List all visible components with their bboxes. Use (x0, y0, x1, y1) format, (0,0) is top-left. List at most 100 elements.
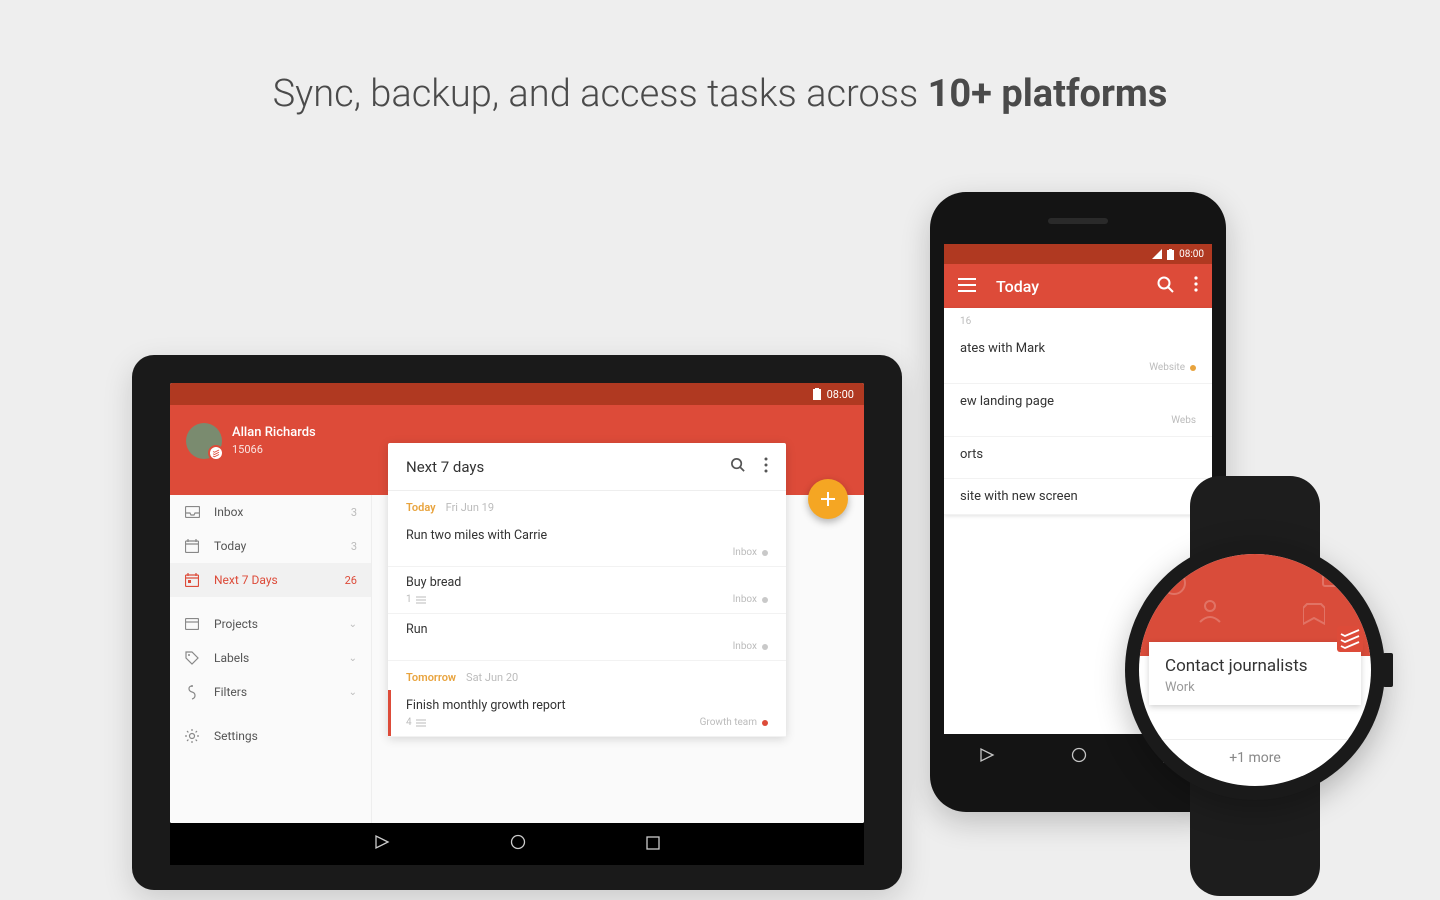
day-date: Fri Jun 19 (446, 501, 494, 514)
phone-task-card: 16 ates with Mark Website ew landing pag… (944, 308, 1212, 515)
subtask-icon (416, 596, 426, 604)
tablet-navbar (170, 823, 864, 865)
sidebar-item-projects[interactable]: Projects ⌄ (170, 607, 371, 641)
watch-project-label: Work (1165, 680, 1345, 695)
task-row[interactable]: Finish monthly growth report 4 Growth te… (388, 690, 786, 737)
phone-statusbar: 08:00 (944, 244, 1212, 264)
nav-home-icon[interactable] (510, 834, 526, 854)
sidebar-label: Projects (214, 617, 258, 631)
sidebar-item-labels[interactable]: Labels ⌄ (170, 641, 371, 675)
sidebar-label: Inbox (214, 505, 243, 519)
tablet-device: 08:00 Allan Richards 15066 Next 7 days (132, 355, 902, 890)
tag-icon (184, 650, 200, 666)
task-title: Buy bread (406, 575, 768, 590)
subtask-number: 4 (406, 717, 412, 728)
sidebar-count: 3 (351, 540, 357, 553)
search-icon[interactable] (1157, 276, 1174, 297)
watch-device: Contact journalists Work +1 more (1125, 540, 1385, 800)
sidebar-label: Next 7 Days (214, 573, 278, 587)
day-name: Tomorrow (406, 671, 456, 684)
more-icon[interactable] (764, 457, 768, 477)
tablet-screen: 08:00 Allan Richards 15066 Next 7 days (170, 383, 864, 823)
subtask-icon (416, 719, 426, 727)
project-label: Website (1149, 362, 1185, 373)
plus-icon (820, 491, 836, 507)
chevron-down-icon: ⌄ (349, 653, 357, 664)
nav-recent-icon[interactable] (646, 835, 660, 854)
phone-day-label: 16 (944, 308, 1212, 331)
task-row[interactable]: Run Inbox (388, 614, 786, 661)
todoist-logo-icon (1337, 626, 1363, 652)
battery-icon (813, 388, 821, 400)
sidebar-label: Settings (214, 729, 258, 743)
subtask-count: 4 (406, 717, 426, 728)
project-label: Inbox (733, 594, 757, 605)
user-name: Allan Richards (232, 425, 316, 440)
phone-appbar: Today (944, 264, 1212, 308)
task-title: Run (406, 622, 768, 637)
add-task-fab[interactable] (808, 479, 848, 519)
sidebar-count: 3 (351, 506, 357, 519)
chevron-down-icon: ⌄ (349, 619, 357, 630)
sidebar-count: 26 (345, 574, 357, 587)
project-label: Inbox (733, 641, 757, 652)
sidebar-item-inbox[interactable]: Inbox 3 (170, 495, 371, 529)
sidebar-label: Filters (214, 685, 247, 699)
search-icon[interactable] (730, 457, 746, 477)
watch-more-label: +1 more (1229, 750, 1281, 766)
watch-task-card[interactable]: Contact journalists Work (1149, 642, 1361, 705)
task-meta: Website (960, 362, 1196, 373)
sidebar-item-today[interactable]: Today 3 (170, 529, 371, 563)
phone-task-row[interactable]: ates with Mark Website (944, 331, 1212, 384)
sidebar-item-filters[interactable]: Filters ⌄ (170, 675, 371, 709)
doodle-tag-icon (1303, 602, 1325, 628)
phone-clock: 08:00 (1179, 249, 1204, 260)
task-row[interactable]: Run two miles with Carrie Inbox (388, 520, 786, 567)
card-header: Next 7 days (388, 443, 786, 491)
menu-icon[interactable] (958, 277, 976, 296)
task-title: orts (960, 447, 1196, 462)
nav-home-icon[interactable] (1071, 747, 1087, 767)
filter-icon (184, 684, 200, 700)
more-icon[interactable] (1194, 276, 1198, 296)
nav-back-icon[interactable] (374, 834, 390, 854)
next7days-card: Next 7 days Today Fri Jun 19 Run two mil… (388, 443, 786, 737)
task-title: ew landing page (960, 394, 1196, 409)
task-row[interactable]: Buy bread 1 Inbox (388, 567, 786, 614)
project-label: Webs (1171, 415, 1196, 426)
sidebar-item-next7days[interactable]: Next 7 Days 26 (170, 563, 371, 597)
phone-title: Today (996, 277, 1137, 296)
phone-task-row[interactable]: ew landing page Webs (944, 384, 1212, 437)
gear-icon (184, 728, 200, 744)
task-title: Run two miles with Carrie (406, 528, 768, 543)
task-title: Finish monthly growth report (406, 698, 768, 713)
subtask-count: 1 (406, 594, 426, 605)
todoist-badge-icon (208, 445, 224, 461)
headline: Sync, backup, and access tasks across 10… (0, 0, 1440, 116)
doodle-mail-icon (1321, 564, 1353, 588)
nav-back-icon[interactable] (979, 747, 995, 767)
watch-more-button[interactable]: +1 more (1139, 739, 1371, 776)
calendar-week-icon (184, 572, 200, 588)
sidebar-item-settings[interactable]: Settings (170, 719, 371, 753)
watch-task-title: Contact journalists (1165, 656, 1345, 676)
project-dot-icon (1190, 365, 1196, 371)
task-project: Inbox (733, 594, 768, 605)
project-dot-icon (762, 720, 768, 726)
task-project: Inbox (733, 547, 768, 558)
battery-icon (1167, 249, 1174, 260)
phone-task-row[interactable]: site with new screen (944, 479, 1212, 515)
headline-strong: 10+ platforms (928, 72, 1168, 116)
task-title: site with new screen (960, 489, 1196, 504)
card-title: Next 7 days (406, 458, 730, 476)
project-dot-icon (762, 597, 768, 603)
phone-speaker (1048, 218, 1108, 224)
task-title: ates with Mark (960, 341, 1196, 356)
calendar-icon (184, 538, 200, 554)
tablet-clock: 08:00 (827, 388, 854, 401)
project-dot-icon (762, 550, 768, 556)
user-karma: 15066 (232, 443, 263, 456)
phone-task-row[interactable]: orts (944, 437, 1212, 479)
projects-icon (184, 616, 200, 632)
project-label: Inbox (733, 547, 757, 558)
